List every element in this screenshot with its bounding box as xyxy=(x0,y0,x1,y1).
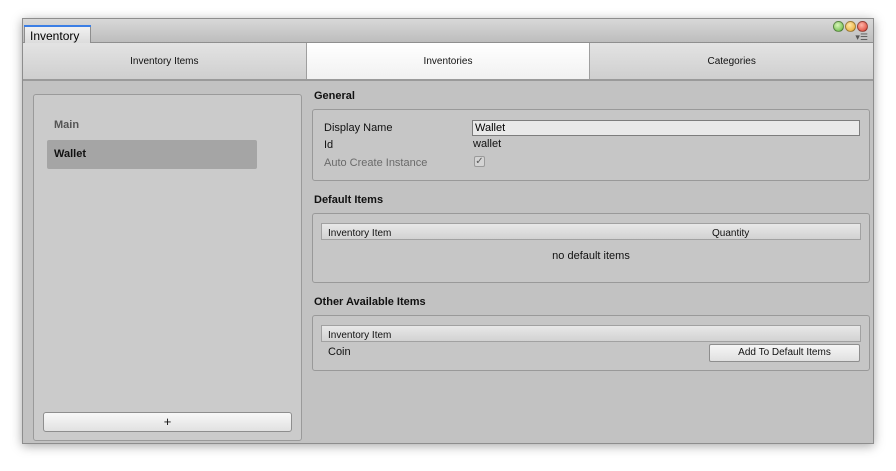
tab-bar: Inventory Items Inventories Categories xyxy=(23,43,873,81)
column-header-inventory-item[interactable]: Inventory Item xyxy=(328,228,391,239)
inventory-window: Inventory ▾☰ Inventory Items Inventories… xyxy=(22,18,874,444)
auto-create-instance-label: Auto Create Instance xyxy=(324,157,428,169)
add-to-default-items-button[interactable]: Add To Default Items xyxy=(709,344,860,362)
tab-inventories[interactable]: Inventories xyxy=(306,43,591,79)
other-items-table-header: Inventory Item xyxy=(321,325,861,342)
auto-create-instance-checkbox[interactable]: ✓ xyxy=(474,156,485,167)
minimize-button[interactable] xyxy=(845,21,856,32)
add-inventory-button[interactable]: + xyxy=(43,412,292,432)
display-name-field[interactable]: Wallet xyxy=(472,120,860,136)
display-name-label: Display Name xyxy=(324,122,393,134)
column-header-quantity[interactable]: Quantity xyxy=(712,228,749,239)
default-items-panel: Inventory Item Quantity no default items xyxy=(312,213,870,283)
empty-default-items-message: no default items xyxy=(552,250,630,262)
window-tab-inventory[interactable]: Inventory xyxy=(24,25,91,43)
column-header-inventory-item[interactable]: Inventory Item xyxy=(328,330,391,341)
general-section-title: General xyxy=(314,90,355,102)
item-name-coin: Coin xyxy=(328,346,351,358)
inventory-list-panel: Main Wallet + xyxy=(33,94,302,441)
check-icon: ✓ xyxy=(475,156,484,167)
title-bar: Inventory ▾☰ xyxy=(23,19,873,43)
zoom-button[interactable] xyxy=(833,21,844,32)
id-label: Id xyxy=(324,139,334,151)
other-items-section-title: Other Available Items xyxy=(314,296,426,308)
default-items-table-header: Inventory Item Quantity xyxy=(321,223,861,240)
sidebar-item-main[interactable]: Main xyxy=(47,111,257,140)
id-value: wallet xyxy=(473,138,502,150)
other-items-panel: Inventory Item Coin Add To Default Items xyxy=(312,315,870,371)
window-menu-icon[interactable]: ▾☰ xyxy=(855,33,868,42)
general-panel: Display Name Wallet Id wallet Auto Creat… xyxy=(312,109,870,181)
tab-categories[interactable]: Categories xyxy=(590,43,873,79)
default-items-section-title: Default Items xyxy=(314,194,384,206)
window-controls xyxy=(833,21,868,32)
tab-inventory-items[interactable]: Inventory Items xyxy=(23,43,307,79)
close-button[interactable] xyxy=(857,21,868,32)
sidebar-item-wallet[interactable]: Wallet xyxy=(47,140,257,169)
